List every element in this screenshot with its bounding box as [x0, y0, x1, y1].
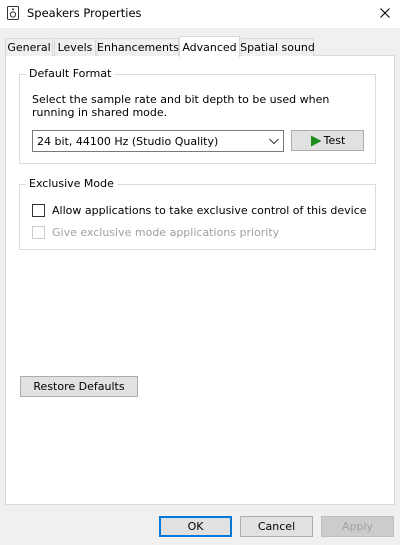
- window-title: Speakers Properties: [27, 6, 142, 20]
- tab-spatial-sound-label: Spatial sound: [240, 41, 315, 54]
- allow-exclusive-label: Allow applications to take exclusive con…: [52, 204, 367, 217]
- tab-general[interactable]: General: [5, 38, 53, 56]
- apply-button: Apply: [321, 516, 394, 537]
- tab-general-label: General: [7, 41, 51, 54]
- speaker-icon: [7, 6, 19, 20]
- title-bar: Speakers Properties: [0, 0, 400, 28]
- close-button[interactable]: [370, 0, 400, 26]
- tab-strip: General Levels Enhancements Advanced Spa…: [5, 36, 395, 57]
- restore-defaults-label: Restore Defaults: [33, 380, 125, 393]
- play-icon: [310, 135, 322, 146]
- test-button[interactable]: Test: [291, 130, 364, 151]
- default-format-title: Default Format: [26, 67, 115, 80]
- allow-exclusive-box[interactable]: [32, 204, 45, 217]
- default-format-description: Select the sample rate and bit depth to …: [32, 93, 330, 119]
- chevron-down-icon: [269, 138, 279, 145]
- default-format-group: Default Format Select the sample rate an…: [19, 67, 376, 164]
- tab-advanced[interactable]: Advanced: [179, 36, 240, 57]
- exclusive-priority-label: Give exclusive mode applications priorit…: [52, 226, 280, 239]
- cancel-button-label: Cancel: [257, 520, 296, 533]
- close-icon: [380, 8, 390, 18]
- sample-rate-value: 24 bit, 44100 Hz (Studio Quality): [37, 135, 219, 148]
- tab-levels-label: Levels: [57, 41, 93, 54]
- tab-spatial-sound[interactable]: Spatial sound: [240, 38, 315, 56]
- tab-enhancements-label: Enhancements: [97, 41, 179, 54]
- tab-levels[interactable]: Levels: [54, 38, 96, 56]
- tab-enhancements[interactable]: Enhancements: [97, 38, 179, 56]
- test-button-label: Test: [323, 134, 346, 147]
- exclusive-priority-box: [32, 226, 45, 239]
- apply-button-label: Apply: [341, 520, 374, 533]
- cancel-button[interactable]: Cancel: [240, 516, 313, 537]
- exclusive-mode-group: Exclusive Mode Allow applications to tak…: [19, 177, 376, 250]
- ok-button[interactable]: OK: [159, 516, 232, 537]
- ok-button-label: OK: [187, 520, 204, 533]
- exclusive-mode-title: Exclusive Mode: [26, 177, 117, 190]
- restore-defaults-button[interactable]: Restore Defaults: [20, 376, 138, 397]
- tab-panel-advanced: Default Format Select the sample rate an…: [5, 55, 395, 505]
- tab-advanced-label: Advanced: [182, 40, 237, 54]
- exclusive-priority-checkbox: Give exclusive mode applications priorit…: [32, 226, 279, 239]
- sample-rate-dropdown[interactable]: 24 bit, 44100 Hz (Studio Quality): [32, 130, 284, 152]
- allow-exclusive-checkbox[interactable]: Allow applications to take exclusive con…: [32, 204, 367, 217]
